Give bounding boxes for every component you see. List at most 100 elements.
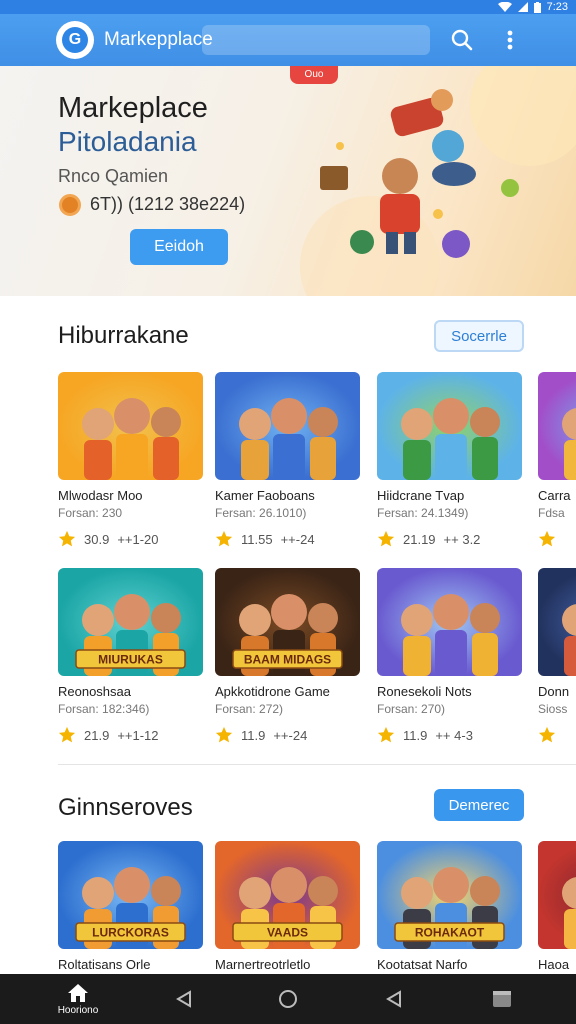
thumbnail-title-art: LURCKORAS bbox=[92, 926, 169, 940]
game-thumbnail-art: LURCKORAS bbox=[58, 841, 203, 949]
game-review-count: ++ 4-3 bbox=[435, 727, 473, 743]
nav-home-label: Hooriono bbox=[57, 1004, 99, 1016]
hero-title: Markeplace bbox=[58, 92, 208, 124]
nav-recents[interactable] bbox=[490, 974, 514, 1024]
back-triangle-icon bbox=[386, 990, 401, 1008]
game-thumbnail[interactable] bbox=[377, 568, 522, 676]
game-thumbnail[interactable] bbox=[538, 568, 576, 676]
game-card[interactable]: LURCKORAS Roltatisans Orle bbox=[58, 841, 203, 972]
hero-artwork bbox=[300, 66, 576, 296]
game-title: Apkkotidrone Game bbox=[215, 684, 330, 699]
game-card[interactable]: Haoa bbox=[538, 841, 576, 972]
game-thumbnail[interactable] bbox=[538, 841, 576, 949]
game-thumbnail[interactable]: BAAM MIDAGS bbox=[215, 568, 360, 676]
game-rating-row: 21.19 ++ 3.2 bbox=[377, 530, 522, 548]
hero-badge: Ouo bbox=[290, 66, 338, 84]
star-icon bbox=[377, 726, 395, 743]
app-bar: G Markepplace bbox=[0, 14, 576, 66]
game-card[interactable]: Carra Fdsa bbox=[538, 372, 576, 548]
nav-back[interactable] bbox=[172, 974, 196, 1024]
more-options-button[interactable] bbox=[500, 26, 520, 54]
status-bar: 7:23 bbox=[0, 0, 576, 14]
game-thumbnail-art bbox=[58, 372, 203, 480]
game-title: Ronesekoli Nots bbox=[377, 684, 472, 699]
game-thumbnail[interactable] bbox=[58, 372, 203, 480]
thumbnail-title-art: MIURUKAS bbox=[98, 653, 163, 667]
game-title: Mlwodasr Moo bbox=[58, 488, 143, 503]
game-thumbnail-art bbox=[538, 841, 576, 949]
game-thumbnail[interactable] bbox=[215, 372, 360, 480]
game-rating: 11.55 bbox=[241, 531, 273, 547]
game-title: Haoa bbox=[538, 957, 570, 972]
home-circle-icon bbox=[279, 990, 297, 1008]
game-card[interactable]: Hiidcrane Tvap Fersan: 24.1349) 21.19 ++ 3.… bbox=[377, 372, 522, 548]
game-rating-row: 30.9 ++1-20 bbox=[58, 530, 203, 548]
game-thumbnail[interactable] bbox=[538, 372, 576, 480]
home-icon bbox=[68, 983, 88, 1002]
game-version: Forsan: 182:346) bbox=[58, 702, 150, 716]
game-review-count: ++1-20 bbox=[117, 531, 159, 547]
game-rating-row: 11.55 ++-24 bbox=[215, 530, 360, 548]
hero-author: Rnco Qamien bbox=[58, 166, 169, 186]
game-card[interactable]: Mlwodasr Moo Forsan: 230 30.9 ++1-20 bbox=[58, 372, 203, 548]
game-thumbnail-art: MIURUKAS bbox=[58, 568, 203, 676]
thumbnail-title-art: BAAM MIDAGS bbox=[244, 653, 331, 667]
game-thumbnail[interactable]: ROHAKAOT bbox=[377, 841, 522, 949]
game-rating-row: 11.9 ++ 4-3 bbox=[377, 726, 522, 744]
game-review-count: ++ 3.2 bbox=[443, 531, 481, 547]
search-field[interactable] bbox=[202, 25, 430, 55]
section-1-title: Hiburrakane bbox=[58, 322, 189, 349]
hero-subtitle: Pitoladania bbox=[58, 126, 197, 157]
nav-back-alt[interactable] bbox=[382, 974, 406, 1024]
star-icon bbox=[215, 726, 233, 743]
game-version: Fersan: 24.1349) bbox=[377, 506, 469, 520]
game-card[interactable]: MIURUKAS Reonoshsaa Forsan: 182:346) 21.9 ++… bbox=[58, 568, 203, 744]
game-rating: 21.9 bbox=[84, 727, 110, 743]
game-card[interactable]: Donn Sioss bbox=[538, 568, 576, 744]
game-thumbnail[interactable] bbox=[377, 372, 522, 480]
game-card[interactable]: ROHAKAOT Kootatsat Narfo bbox=[377, 841, 522, 972]
more-vert-icon bbox=[507, 30, 513, 50]
game-thumbnail[interactable]: LURCKORAS bbox=[58, 841, 203, 949]
star-icon bbox=[538, 530, 556, 547]
game-thumbnail-art bbox=[538, 372, 576, 480]
game-title: Hiidcrane Tvap bbox=[377, 488, 465, 503]
game-version: Forsan: 272) bbox=[215, 702, 284, 716]
hero-action-button[interactable]: Eeidoh bbox=[130, 229, 228, 265]
search-button[interactable] bbox=[448, 26, 476, 54]
star-icon bbox=[377, 530, 395, 547]
game-card[interactable]: Ronesekoli Nots Forsan: 270) 11.9 ++ 4-3 bbox=[377, 568, 522, 744]
game-thumbnail[interactable]: MIURUKAS bbox=[58, 568, 203, 676]
app-logo[interactable]: G bbox=[56, 21, 94, 59]
game-thumbnail-art: BAAM MIDAGS bbox=[215, 568, 360, 676]
game-card[interactable]: Kamer Faoboans Fersan: 26.1010) 11.55 ++-24 bbox=[215, 372, 360, 548]
game-card[interactable]: VAADS Marnertreotrletlo bbox=[215, 841, 360, 972]
nav-home-circle[interactable] bbox=[276, 974, 300, 1024]
hero-banner[interactable]: Ouo Markeplace Pitoladania Rnco Qamien 6… bbox=[0, 66, 576, 296]
logo-letter: G bbox=[62, 27, 88, 53]
signal-icon bbox=[517, 2, 528, 12]
nav-home[interactable]: Hooriono bbox=[50, 974, 106, 1024]
star-icon bbox=[215, 530, 233, 547]
game-version: Sioss bbox=[538, 702, 568, 716]
game-rating-row bbox=[538, 530, 576, 548]
game-review-count: ++1-12 bbox=[117, 727, 159, 743]
game-rating: 11.9 bbox=[241, 727, 266, 743]
game-title: Kootatsat Narfo bbox=[377, 957, 468, 972]
battery-icon bbox=[533, 1, 541, 13]
section-1-see-all-button[interactable]: Socerrle bbox=[434, 320, 524, 352]
section-2-more-button[interactable]: Demerec bbox=[434, 789, 524, 821]
game-card[interactable]: BAAM MIDAGS Apkkotidrone Game Forsan: 272)… bbox=[215, 568, 360, 744]
section-2-title: Ginnseroves bbox=[58, 794, 193, 821]
game-title: Carra bbox=[538, 488, 571, 503]
game-title: Kamer Faoboans bbox=[215, 488, 315, 503]
game-rating-row: 11.9 ++-24 bbox=[215, 726, 360, 744]
game-thumbnail-art bbox=[377, 372, 522, 480]
game-title: Donn bbox=[538, 684, 570, 699]
game-thumbnail-art bbox=[215, 372, 360, 480]
game-rating-row: 21.9 ++1-12 bbox=[58, 726, 203, 744]
game-thumbnail[interactable]: VAADS bbox=[215, 841, 360, 949]
game-rating: 11.9 bbox=[403, 727, 428, 743]
section-divider bbox=[58, 764, 576, 765]
thumbnail-title-art: ROHAKAOT bbox=[415, 926, 485, 940]
